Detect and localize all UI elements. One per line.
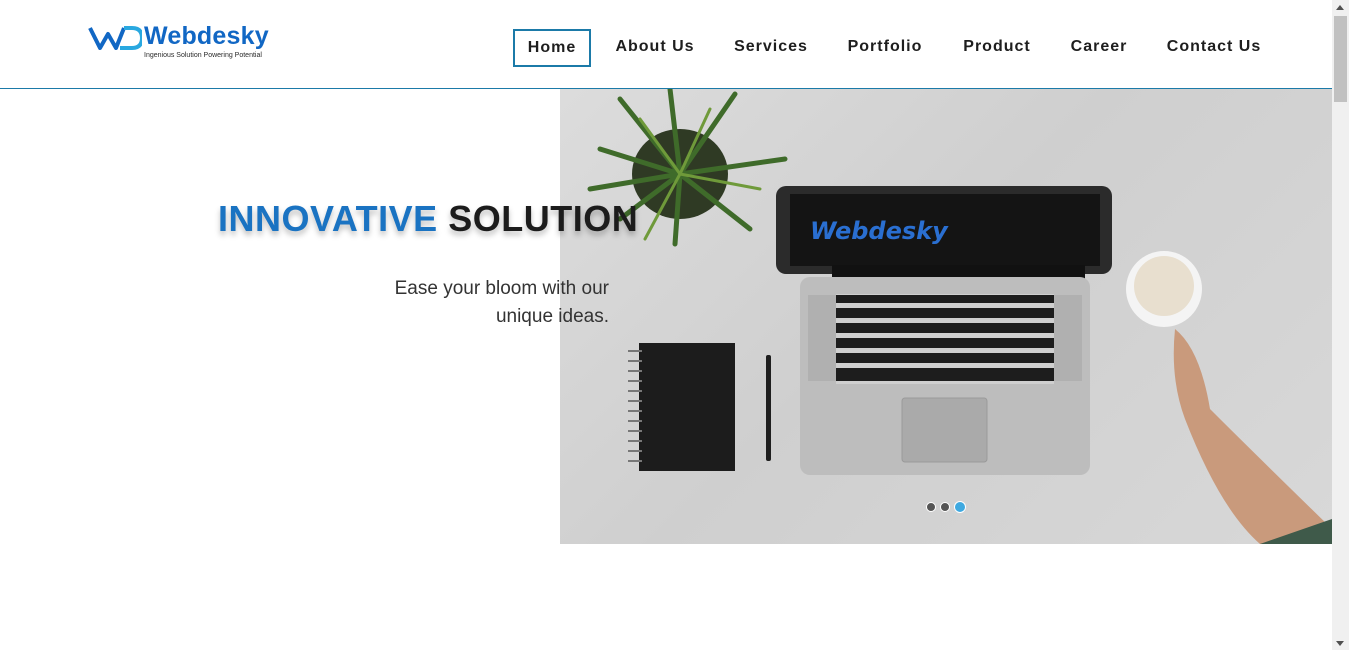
hero-headline-rest: SOLUTION — [448, 198, 639, 239]
logo-tagline: Ingenious Solution Powering Potential — [144, 52, 262, 59]
carousel-dot-3[interactable] — [954, 501, 966, 513]
hero-slide-image: Webdesky — [560, 89, 1332, 544]
nav-services[interactable]: Services — [729, 29, 813, 65]
scroll-down-arrow-icon[interactable] — [1336, 641, 1344, 646]
coffee-cup-illustration — [1126, 251, 1332, 544]
page-scrollbar[interactable] — [1332, 0, 1349, 650]
nav-home[interactable]: Home — [513, 29, 591, 67]
nav-about-us[interactable]: About Us — [611, 29, 699, 65]
hero-headline-highlight: INNOVATIVE — [218, 198, 438, 239]
scroll-thumb[interactable] — [1334, 16, 1347, 102]
hero-headline: INNOVATIVE SOLUTION — [218, 198, 638, 240]
nav-portfolio[interactable]: Portfolio — [843, 29, 927, 65]
notebook-illustration — [628, 343, 735, 471]
pen-illustration — [766, 355, 771, 461]
nav-product[interactable]: Product — [958, 29, 1036, 65]
desk-laptop-illustration: Webdesky — [587, 89, 1332, 544]
logo-wordmark: Webdesky — [144, 22, 269, 50]
logo-mark-icon — [88, 26, 142, 50]
site-header: Webdesky Ingenious Solution Powering Pot… — [0, 0, 1332, 89]
laptop-illustration: Webdesky — [776, 186, 1112, 475]
nav-career[interactable]: Career — [1066, 29, 1132, 65]
carousel-dot-2[interactable] — [940, 502, 950, 512]
carousel-dot-1[interactable] — [926, 502, 936, 512]
nav-contact-us[interactable]: Contact Us — [1162, 29, 1266, 65]
site-logo[interactable]: Webdesky Ingenious Solution Powering Pot… — [88, 22, 269, 62]
hero-subtext: Ease your bloom with our unique ideas. — [394, 278, 609, 327]
scroll-up-arrow-icon[interactable] — [1336, 5, 1344, 10]
laptop-screen-logo-text: Webdesky — [810, 217, 949, 245]
